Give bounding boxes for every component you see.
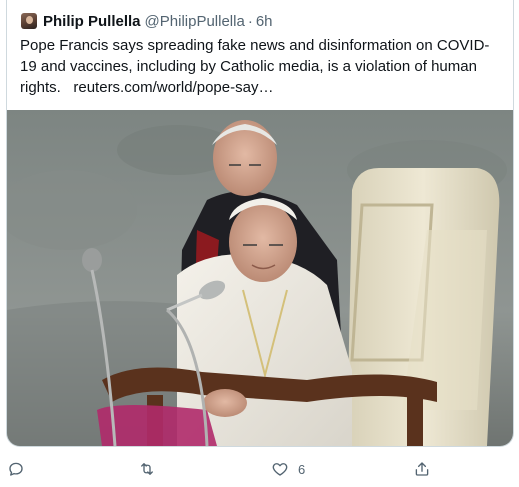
tweet-card[interactable]: Philip Pullella @PhilipPullella · 6h Pop…	[6, 0, 514, 447]
author-avatar[interactable]	[21, 13, 37, 29]
like-count: 6	[298, 461, 306, 477]
article-link[interactable]: reuters.com/world/pope-say…	[73, 79, 273, 96]
tweet-timestamp[interactable]: 6h	[256, 13, 273, 30]
tweet-photo[interactable]	[7, 110, 513, 446]
heart-icon	[272, 463, 288, 476]
separator-dot: ·	[247, 12, 253, 30]
author-name[interactable]: Philip Pullella	[43, 13, 141, 30]
tweet-body: Pope Francis says spreading fake news an…	[20, 35, 490, 98]
reply-icon	[9, 462, 23, 476]
tweet-header: Philip Pullella @PhilipPullella · 6h	[21, 10, 273, 32]
share-icon	[415, 462, 429, 476]
share-button[interactable]	[413, 455, 431, 483]
retweet-icon	[141, 463, 153, 475]
reply-button[interactable]	[7, 455, 25, 483]
like-button[interactable]: 6	[271, 455, 305, 483]
author-handle[interactable]: @PhilipPullella	[145, 13, 245, 30]
tweet-actions: 6	[0, 455, 519, 483]
retweet-button[interactable]	[138, 455, 156, 483]
